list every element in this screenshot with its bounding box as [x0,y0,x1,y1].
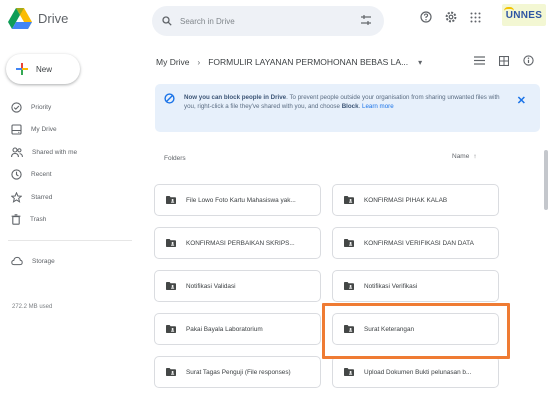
view-controls [474,55,534,66]
sort-control[interactable]: Name ↑ [452,153,477,160]
folder-name: Notifikasi Validasi [186,282,236,290]
grid-view-icon[interactable] [499,55,509,66]
storage-usage: 272.2 MB used [12,304,53,310]
trash-icon [11,214,21,225]
search-options-icon[interactable] [360,14,372,26]
folder-item[interactable]: Upload Dokumen Bukti pelunasan b... [332,356,499,388]
top-bar: Drive UNNES [0,0,550,42]
sidebar-item-trash[interactable]: Trash [0,209,140,232]
shared-folder-icon [166,325,176,333]
folder-name: Notifikasi Verifikasi [364,282,418,290]
folder-item-surat-keterangan[interactable]: Surat Keterangan [332,313,499,345]
sidebar-item-label: Trash [30,216,47,224]
sidebar-divider [8,240,132,241]
organization-logo-arc [504,7,514,11]
breadcrumb: My Drive › FORMULIR LAYANAN PERMOHONAN B… [156,57,422,67]
banner-text: Now you can block people in Drive. To pr… [184,94,500,111]
plus-icon [16,63,28,75]
sidebar-item-label: Priority [31,103,52,111]
folder-item[interactable]: Notifikasi Validasi [154,270,321,302]
folder-name: Surat Keterangan [364,325,415,333]
sidebar-item-label: Shared with me [32,148,78,156]
people-icon [11,147,23,158]
folder-item[interactable]: KONFIRMASI PIHAK KALAB [332,184,499,216]
sidebar-item-label: Storage [32,257,55,265]
check-circle-icon [11,102,22,113]
cloud-icon [11,256,23,266]
folder-name: Pakai Bayala Laboratorium [186,325,263,333]
drive-logo-icon [8,8,32,29]
new-button[interactable]: New [6,54,80,84]
star-icon [11,191,22,203]
block-people-banner: Now you can block people in Drive. To pr… [155,84,540,132]
sidebar-item-storage[interactable]: Storage [0,250,140,273]
settings-icon[interactable] [445,11,457,23]
sidebar-item-label: Recent [31,171,52,179]
folder-item[interactable]: Surat Tagas Penguji (File responses) [154,356,321,388]
drive-icon [11,124,22,135]
search-icon[interactable] [162,16,172,26]
breadcrumb-current[interactable]: FORMULIR LAYANAN PERMOHONAN BEBAS LA... [208,57,408,67]
sidebar-item-recent[interactable]: Recent [0,164,140,187]
shared-folder-icon [166,239,176,247]
search-input[interactable] [180,16,330,26]
folder-name: Surat Tagas Penguji (File responses) [186,368,291,376]
scrollbar[interactable] [544,150,548,210]
new-button-label: New [36,64,53,74]
folder-name: KONFIRMASI VERIFIKASI DAN DATA [364,239,474,247]
sidebar-item-priority[interactable]: Priority [0,96,140,119]
shared-folder-icon [344,282,354,290]
chevron-right-icon: › [197,57,201,67]
folder-name: Upload Dokumen Bukti pelunasan b... [364,368,472,376]
folder-item[interactable]: Pakai Bayala Laboratorium [154,313,321,345]
folder-name: KONFIRMASI PIHAK KALAB [364,196,448,204]
block-icon [164,93,175,104]
folder-name: File Lowo Foto Kartu Mahasiswa yak... [186,196,296,204]
folder-item[interactable]: KONFIRMASI PERBAIKAN SKRIPS... [154,227,321,259]
app-title: Drive [38,11,69,26]
chevron-down-icon[interactable]: ▾ [418,58,422,67]
sidebar-item-label: My Drive [31,126,57,134]
drive-logo[interactable]: Drive [8,8,68,29]
banner-strong: Block [341,103,359,111]
shared-folder-icon [344,325,354,333]
shared-folder-icon [166,196,176,204]
sidebar-item-my-drive[interactable]: My Drive [0,119,140,142]
help-icon[interactable] [420,11,432,23]
shared-folder-icon [344,239,354,247]
organization-logo-text: UNNES [505,9,543,21]
info-icon[interactable] [523,55,534,66]
banner-title: Now you can block people in Drive [184,94,287,101]
folder-item[interactable]: File Lowo Foto Kartu Mahasiswa yak... [154,184,321,216]
clock-icon [11,169,22,180]
shared-folder-icon [166,282,176,290]
learn-more-link[interactable]: Learn more [362,103,394,110]
shared-folder-icon [344,196,354,204]
sort-label: Name [452,153,470,160]
sidebar-item-shared-with-me[interactable]: Shared with me [0,141,140,164]
sidebar-nav: Priority My Drive Shared with me Recent … [0,96,140,273]
arrow-up-icon[interactable]: ↑ [473,153,476,160]
breadcrumb-root[interactable]: My Drive [156,57,190,67]
sidebar-item-label: Starred [31,193,53,201]
shared-folder-icon [344,368,354,376]
top-actions [420,11,481,23]
organization-logo[interactable]: UNNES [502,4,546,26]
folder-name: KONFIRMASI PERBAIKAN SKRIPS... [186,239,295,247]
sidebar-item-starred[interactable]: Starred [0,186,140,209]
folder-item[interactable]: Notifikasi Verifikasi [332,270,499,302]
folders-heading: Folders [164,155,186,162]
search-bar[interactable] [152,6,384,36]
shared-folder-icon [166,368,176,376]
close-icon[interactable]: ✕ [517,96,526,107]
list-view-icon[interactable] [474,56,485,65]
folder-item[interactable]: KONFIRMASI VERIFIKASI DAN DATA [332,227,499,259]
apps-grid-icon[interactable] [470,11,481,23]
